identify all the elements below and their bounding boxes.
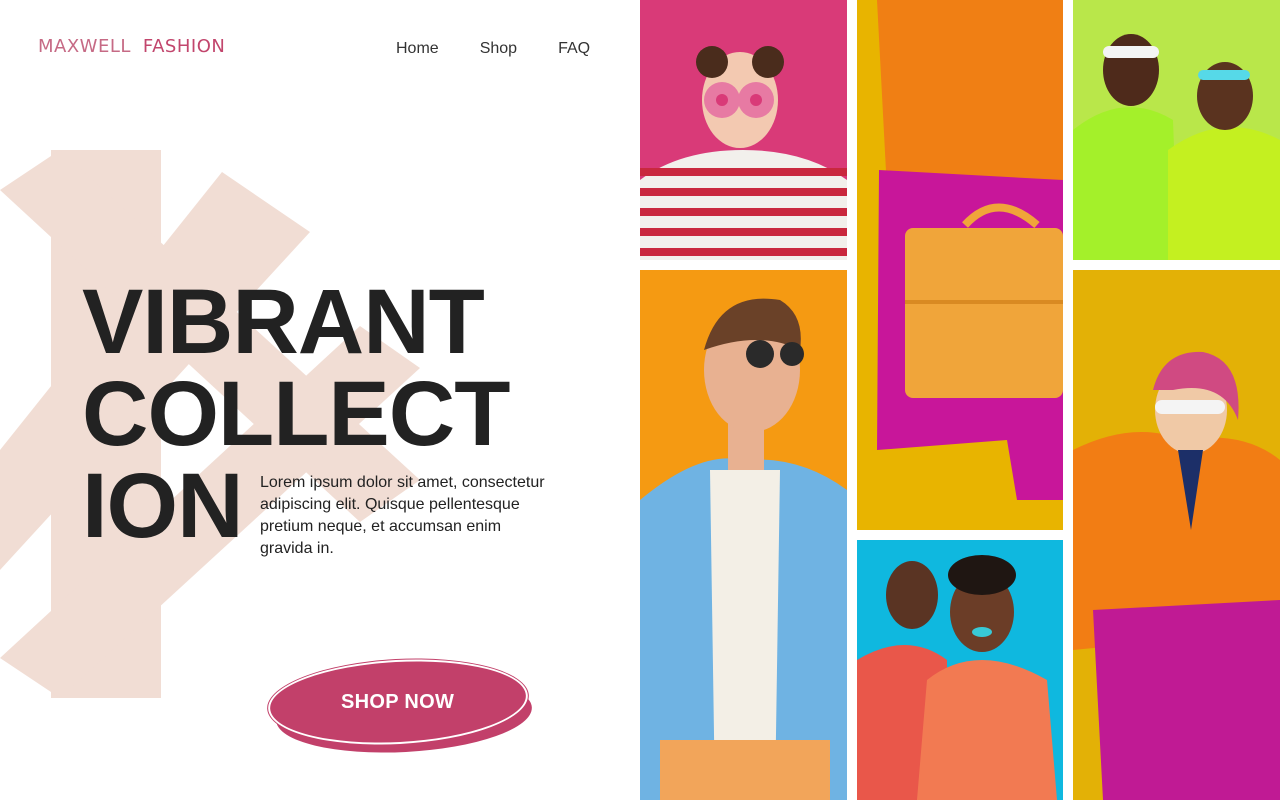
nav-home[interactable]: Home	[396, 40, 439, 58]
headline-line-1: VIBRANT	[82, 271, 485, 373]
shop-now-button-wrap: SHOP NOW	[265, 653, 538, 761]
brand-logo[interactable]: MAXWELL FASHION	[38, 36, 225, 57]
brand-word-2: FASHION	[142, 36, 226, 57]
couple-neon-illustration	[1073, 0, 1280, 260]
photo-gallery	[640, 0, 1280, 800]
woman-scarf-illustration	[1073, 270, 1280, 800]
photo-orange-handbag[interactable]	[857, 0, 1063, 530]
photo-man-sunglasses[interactable]	[640, 270, 847, 800]
headline-line-2: COLLECT	[82, 363, 510, 465]
photo-woman-donuts[interactable]	[640, 0, 847, 260]
women-laughing-illustration	[857, 540, 1063, 800]
hero-section: MAXWELL FASHION Home Shop FAQ VIBRANT COL…	[0, 0, 640, 800]
shop-now-label: SHOP NOW	[341, 690, 455, 713]
handbag-illustration	[857, 0, 1063, 530]
brand-word-1: MAXWELL	[38, 36, 131, 57]
main-nav: Home Shop FAQ	[396, 40, 590, 58]
hero-description: Lorem ipsum dolor sit amet, consectetur …	[260, 474, 545, 557]
man-sunglasses-illustration	[640, 270, 847, 800]
photo-woman-scarf[interactable]	[1073, 270, 1280, 800]
photo-couple-neon[interactable]	[1073, 0, 1280, 260]
photo-women-laughing[interactable]	[857, 540, 1063, 800]
nav-faq[interactable]: FAQ	[558, 40, 590, 58]
nav-shop[interactable]: Shop	[480, 40, 517, 58]
woman-donuts-illustration	[640, 0, 847, 260]
